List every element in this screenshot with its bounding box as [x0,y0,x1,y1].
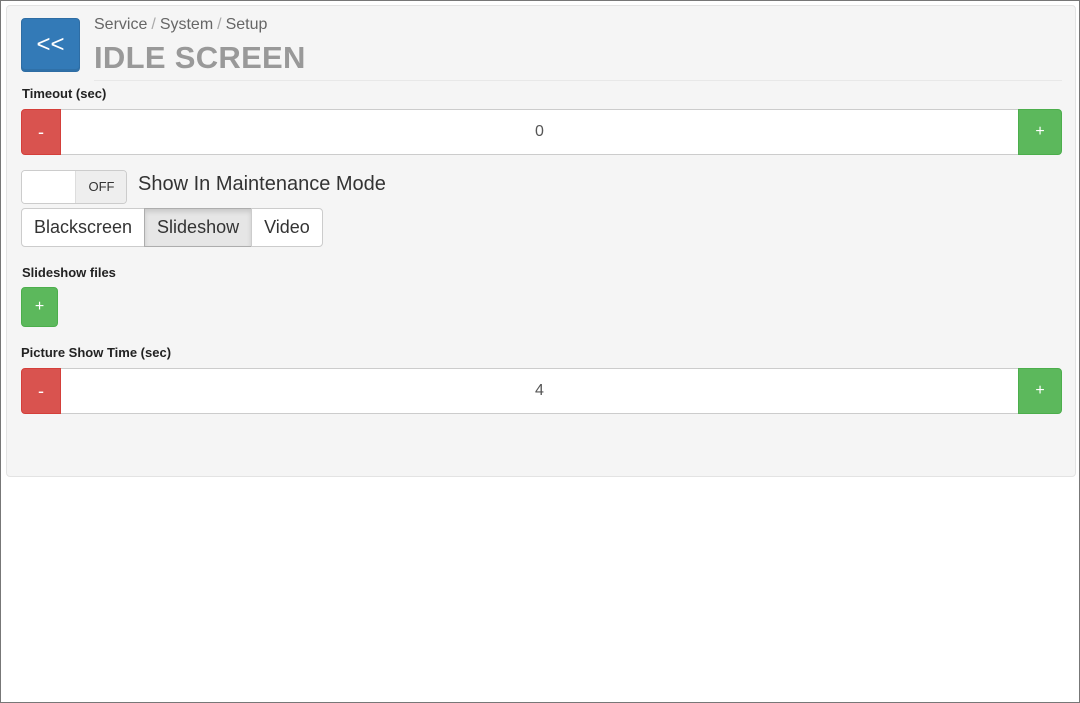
picture-show-time-decrement-button[interactable]: - [21,368,61,414]
mode-option-video[interactable]: Video [251,208,323,247]
timeout-label: Timeout (sec) [22,86,107,101]
mode-option-blackscreen[interactable]: Blackscreen [21,208,146,247]
timeout-stepper: - 0 + [21,109,1062,155]
toggle-state-label: OFF [75,171,126,203]
breadcrumb-item-service[interactable]: Service [94,16,147,33]
settings-panel: << Service / System / Setup IDLE SCREEN Time… [6,5,1076,477]
maintenance-mode-label: Show In Maintenance Mode [138,173,386,195]
idle-mode-selector: Blackscreen Slideshow Video [21,208,323,247]
slideshow-files-label: Slideshow files [22,265,116,280]
breadcrumb-item-setup[interactable]: Setup [226,16,268,33]
timeout-value-input[interactable]: 0 [61,109,1018,155]
toggle-knob [22,171,75,203]
maintenance-mode-toggle[interactable]: OFF [21,170,127,204]
back-button[interactable]: << [21,18,80,72]
breadcrumb-separator: / [217,16,222,33]
window-frame: << Service / System / Setup IDLE SCREEN Time… [0,0,1080,703]
add-slideshow-file-button[interactable]: + [21,287,58,327]
breadcrumb-item-system[interactable]: System [160,16,213,33]
timeout-increment-button[interactable]: + [1018,109,1062,155]
breadcrumb-separator: / [151,16,156,33]
mode-option-slideshow[interactable]: Slideshow [144,208,253,247]
picture-show-time-stepper: - 4 + [21,368,1062,414]
picture-show-time-label: Picture Show Time (sec) [21,345,172,360]
breadcrumb: Service / System / Setup [94,16,267,34]
page-title: IDLE SCREEN [94,40,306,75]
picture-show-time-increment-button[interactable]: + [1018,368,1062,414]
title-divider [94,80,1062,81]
picture-show-time-value-input[interactable]: 4 [61,368,1018,414]
timeout-decrement-button[interactable]: - [21,109,61,155]
